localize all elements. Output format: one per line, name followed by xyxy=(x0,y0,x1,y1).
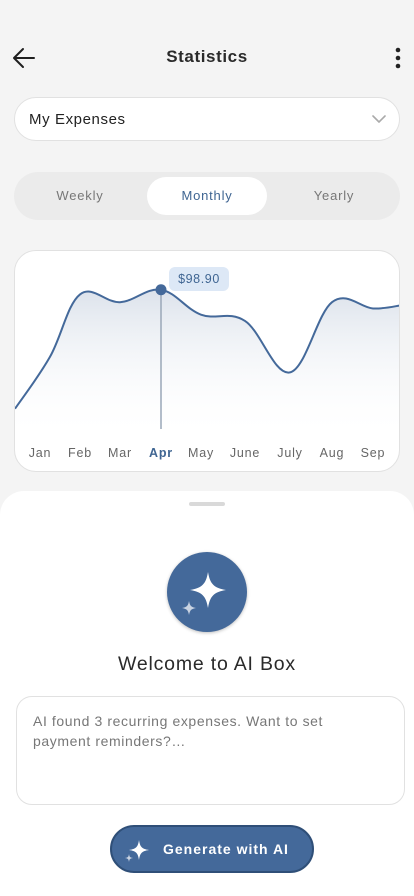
ai-badge xyxy=(167,552,247,632)
chart-card: $98.90 Jan Feb Mar Apr May June July Aug Sep xyxy=(14,250,400,472)
welcome-heading: Welcome to AI Box xyxy=(118,653,296,675)
generate-with-ai-button[interactable]: Generate with AI xyxy=(110,825,314,873)
more-button[interactable] xyxy=(390,44,406,72)
header: Statistics xyxy=(0,0,414,100)
more-vertical-icon xyxy=(395,47,401,69)
highlighted-point[interactable] xyxy=(155,284,167,296)
ai-prompt-input[interactable]: AI found 3 recurring expenses. Want to s… xyxy=(16,696,405,805)
dropdown-selected-value: My Expenses xyxy=(29,111,126,128)
x-tick-label[interactable]: Mar xyxy=(108,446,132,460)
ai-box-sheet: Welcome to AI Box AI found 3 recurring e… xyxy=(0,491,414,896)
period-tabs: Weekly Monthly Yearly xyxy=(14,172,400,220)
category-dropdown[interactable]: My Expenses xyxy=(14,97,400,141)
chart-area xyxy=(15,289,399,439)
tab-monthly[interactable]: Monthly xyxy=(147,177,267,215)
x-tick-label[interactable]: Jan xyxy=(29,446,52,460)
chevron-down-icon xyxy=(372,115,386,123)
x-tick-label[interactable]: July xyxy=(277,446,302,460)
tab-weekly[interactable]: Weekly xyxy=(20,177,140,215)
x-tick-label[interactable]: Sep xyxy=(361,446,386,460)
statistics-screen: Statistics My Expenses Weekly Monthly Ye… xyxy=(0,0,414,896)
x-tick-label[interactable]: June xyxy=(230,446,260,460)
x-tick-label[interactable]: May xyxy=(188,446,214,460)
chart-tooltip: $98.90 xyxy=(169,267,229,291)
sparkle-icon xyxy=(125,840,149,862)
page-title: Statistics xyxy=(166,47,248,66)
x-tick-label[interactable]: Feb xyxy=(68,446,92,460)
generate-button-label: Generate with AI xyxy=(163,841,289,857)
x-tick-label[interactable]: Aug xyxy=(320,446,345,460)
tab-yearly[interactable]: Yearly xyxy=(274,177,394,215)
ai-prompt-text: AI found 3 recurring expenses. Want to s… xyxy=(33,713,324,749)
sparkle-icon xyxy=(182,572,226,615)
sheet-handle[interactable] xyxy=(189,502,225,506)
x-tick-label[interactable]: Apr xyxy=(149,446,173,460)
